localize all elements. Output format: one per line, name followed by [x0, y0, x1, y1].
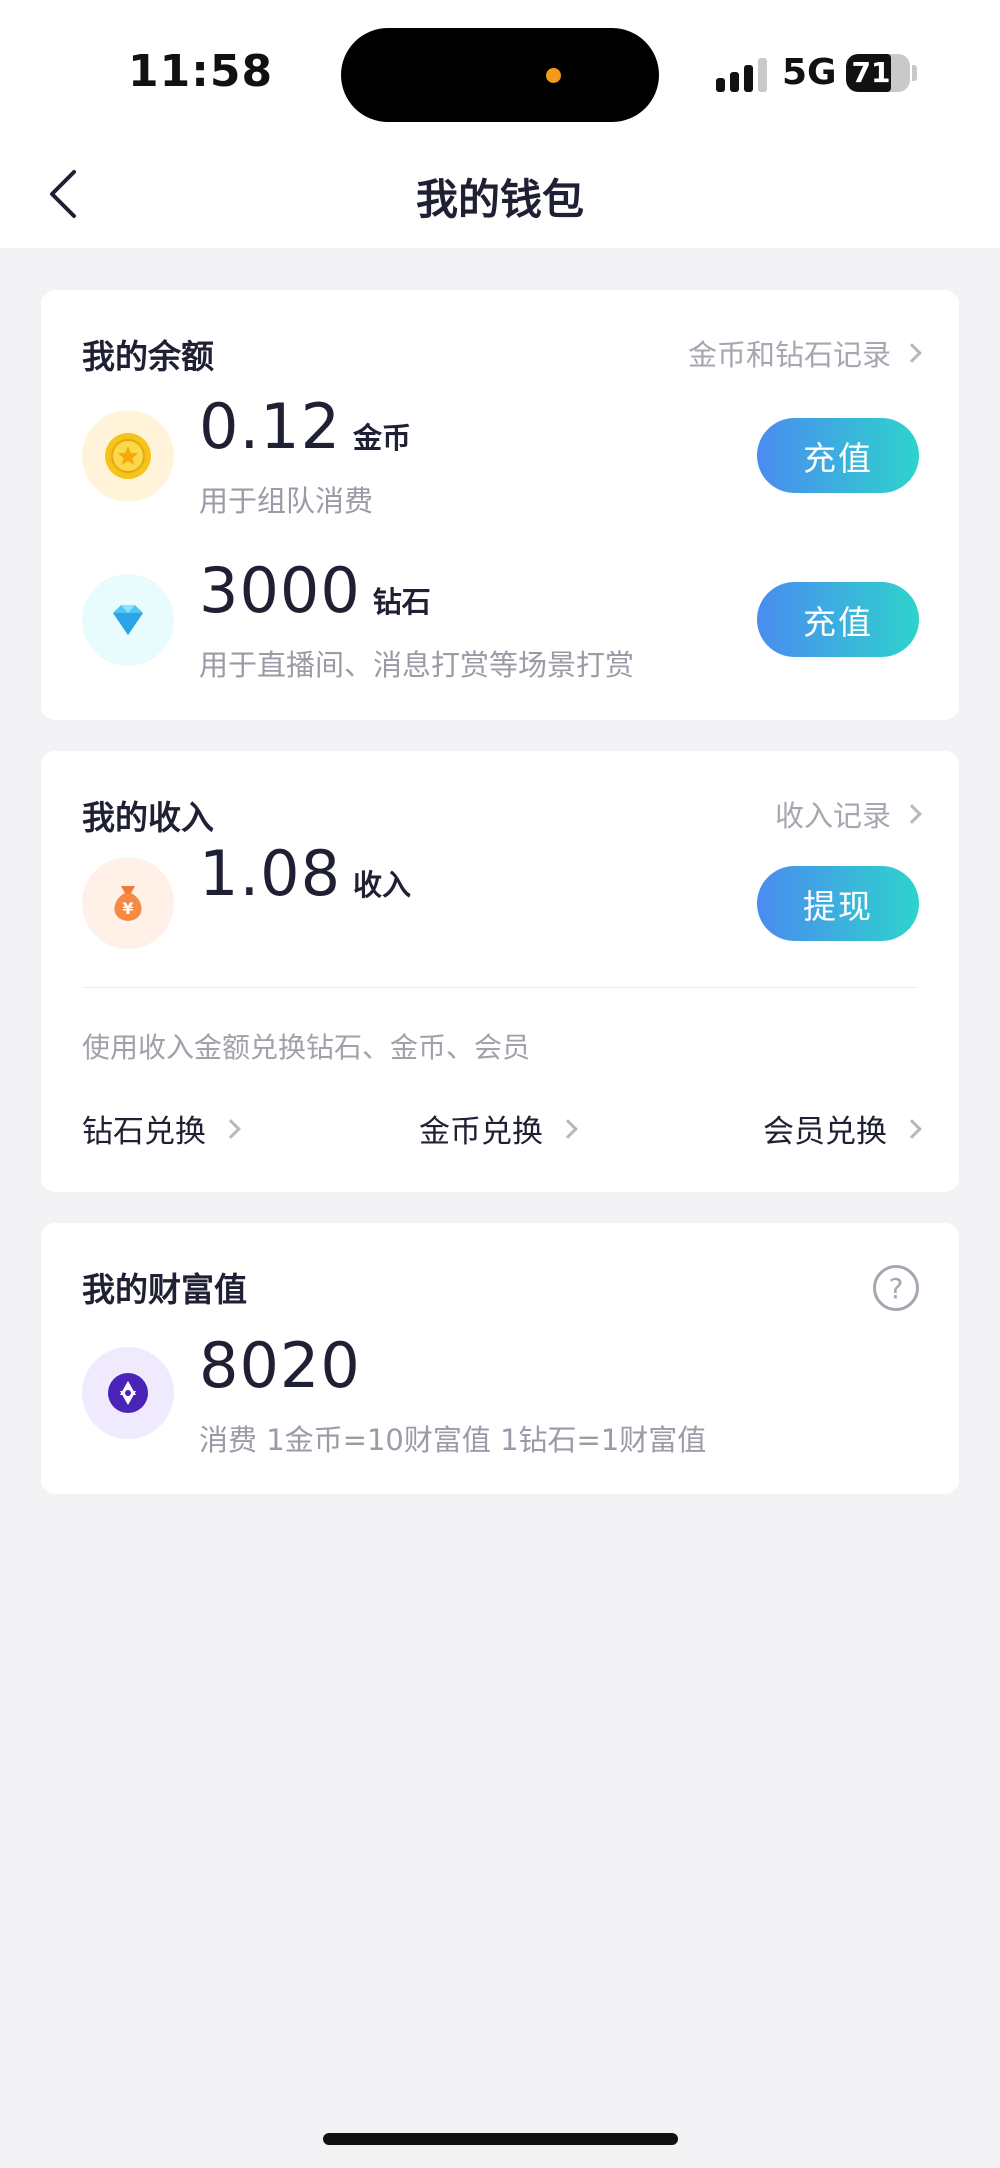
- diamond-exchange-link[interactable]: 钻石兑换: [82, 1106, 241, 1151]
- coin-value: 0.12: [199, 390, 342, 463]
- income-record-label: 收入记录: [774, 799, 891, 833]
- privacy-indicator-dot: [546, 68, 561, 83]
- vip-exchange-link[interactable]: 会员兑换: [763, 1106, 922, 1151]
- income-divider: [82, 987, 918, 988]
- coin-desc: 用于组队消费: [199, 484, 374, 518]
- diamond-recharge-button[interactable]: 充值: [757, 582, 919, 657]
- coin-diamond-record-link[interactable]: 金币和钻石记录: [687, 332, 922, 374]
- chevron-right-icon: [902, 804, 922, 824]
- signal-icon: [716, 56, 768, 92]
- exchange-hint: 使用收入金额兑换钻石、金币、会员: [82, 1031, 531, 1064]
- wealth-amount: 8020: [199, 1329, 361, 1402]
- coin-amount: 0.12 金币: [199, 390, 411, 463]
- diamond-value: 3000: [199, 554, 361, 627]
- balance-title: 我的余额: [82, 337, 214, 376]
- star-badge-icon: [82, 1347, 174, 1439]
- vip-exchange-label: 会员兑换: [763, 1114, 887, 1150]
- page-title: 我的钱包: [415, 175, 584, 224]
- coin-exchange-link[interactable]: 金币兑换: [419, 1106, 578, 1151]
- battery-icon: 71: [846, 54, 910, 92]
- balance-card: 我的余额 金币和钻石记录 0.12 金币 用于组队消费 充值 3000 钻石 用…: [41, 290, 959, 720]
- income-title: 我的收入: [82, 798, 214, 837]
- income-card: 我的收入 收入记录 ¥ 1.08 收入 提现 使用收入金额兑换钻石、金币、会员 …: [41, 751, 959, 1192]
- wealth-desc: 消费 1金币=10财富值 1钻石=1财富值: [199, 1423, 707, 1457]
- wealth-value: 8020: [199, 1329, 361, 1402]
- status-time: 11:58: [128, 46, 274, 97]
- svg-text:¥: ¥: [122, 899, 133, 918]
- gold-coin-icon: [82, 410, 174, 502]
- income-record-link[interactable]: 收入记录: [774, 793, 922, 835]
- diamond-desc: 用于直播间、消息打赏等场景打赏: [199, 648, 635, 682]
- chevron-right-icon: [902, 343, 922, 363]
- network-type: 5G: [782, 52, 837, 93]
- diamond-amount: 3000 钻石: [199, 554, 431, 627]
- record-link-label: 金币和钻石记录: [687, 338, 891, 372]
- chevron-right-icon: [558, 1118, 578, 1139]
- income-amount: 1.08 收入: [199, 837, 411, 910]
- dynamic-island: [341, 28, 659, 122]
- diamond-unit: 钻石: [372, 585, 431, 619]
- home-indicator: [323, 2133, 678, 2145]
- status-bar: 11:58 5G 71: [0, 0, 1000, 140]
- battery-tip: [912, 65, 917, 81]
- money-bag-icon: ¥: [82, 857, 174, 949]
- wealth-title: 我的财富值: [82, 1270, 247, 1309]
- income-unit: 收入: [353, 868, 412, 902]
- chevron-right-icon: [221, 1118, 241, 1139]
- wealth-card: 我的财富值 ? 8020 消费 1金币=10财富值 1钻石=1财富值: [41, 1223, 959, 1494]
- nav-bar: 我的钱包: [0, 140, 1000, 248]
- income-value: 1.08: [199, 837, 342, 910]
- coin-recharge-button[interactable]: 充值: [757, 418, 919, 493]
- battery-level: 71: [851, 56, 891, 89]
- coin-exchange-label: 金币兑换: [419, 1114, 543, 1150]
- withdraw-button[interactable]: 提现: [757, 866, 919, 941]
- chevron-right-icon: [902, 1118, 922, 1139]
- diamond-exchange-label: 钻石兑换: [82, 1114, 206, 1150]
- coin-unit: 金币: [353, 421, 412, 455]
- question-icon[interactable]: ?: [873, 1265, 919, 1311]
- diamond-icon: [82, 574, 174, 666]
